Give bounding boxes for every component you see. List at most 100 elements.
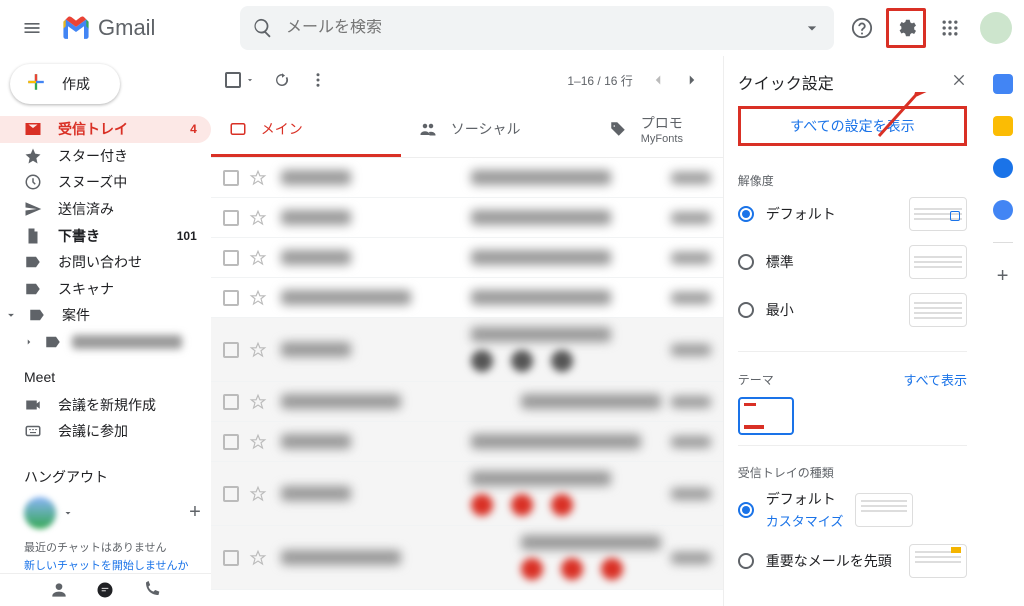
inbox-type-section-label: 受信トレイの種類: [738, 464, 967, 481]
hangout-user-row[interactable]: +: [0, 493, 211, 533]
label-filled-icon: [44, 333, 62, 351]
google-apps-button[interactable]: [930, 8, 970, 48]
row-checkbox[interactable]: [223, 550, 239, 566]
compose-button[interactable]: 作成: [10, 64, 120, 104]
mail-row[interactable]: [211, 278, 723, 318]
label-icon: [24, 253, 42, 271]
sidebar-item-inquiry[interactable]: お問い合わせ: [0, 249, 211, 276]
search-input[interactable]: [286, 19, 802, 37]
settings-button[interactable]: [886, 8, 926, 48]
sidebar-item-scanner[interactable]: スキャナ: [0, 276, 211, 303]
row-checkbox[interactable]: [223, 434, 239, 450]
tab-label: メイン: [261, 119, 303, 139]
sidebar-item-snoozed[interactable]: スヌーズ中: [0, 169, 211, 196]
star-icon[interactable]: [249, 249, 267, 267]
meet-join-meeting[interactable]: 会議に参加: [0, 418, 211, 445]
close-button[interactable]: [951, 72, 967, 93]
send-icon: [24, 200, 42, 218]
tab-promotions[interactable]: プロモ MyFonts: [591, 104, 691, 157]
mail-row[interactable]: [211, 462, 723, 526]
contacts-addon-icon[interactable]: [993, 200, 1013, 220]
tab-social[interactable]: ソーシャル: [401, 104, 591, 157]
meet-section-header: Meet: [0, 355, 211, 391]
star-icon[interactable]: [249, 433, 267, 451]
star-icon[interactable]: [249, 393, 267, 411]
keep-addon-icon[interactable]: [993, 116, 1013, 136]
person-icon[interactable]: [49, 580, 69, 600]
radio-button[interactable]: [738, 254, 754, 270]
prev-page-icon[interactable]: [649, 71, 667, 89]
mail-row[interactable]: [211, 422, 723, 462]
sidebar-item-label: 下書き: [58, 226, 100, 246]
mail-row[interactable]: [211, 158, 723, 198]
mail-row[interactable]: [211, 382, 723, 422]
account-avatar[interactable]: [980, 12, 1012, 44]
sidebar-item-inbox[interactable]: 受信トレイ 4: [0, 116, 211, 143]
mail-row[interactable]: [211, 238, 723, 278]
star-icon[interactable]: [249, 485, 267, 503]
density-preview-icon: [909, 197, 967, 231]
sidebar-item-sent[interactable]: 送信済み: [0, 196, 211, 223]
phone-icon[interactable]: [141, 580, 161, 600]
gear-icon: [895, 17, 917, 39]
tab-sublabel: MyFonts: [641, 133, 683, 145]
row-checkbox[interactable]: [223, 342, 239, 358]
toolbar: 1–16 / 16 行: [211, 56, 723, 104]
plus-icon: [22, 68, 50, 99]
star-icon[interactable]: [249, 341, 267, 359]
row-checkbox[interactable]: [223, 394, 239, 410]
radio-button[interactable]: [738, 502, 754, 518]
radio-button[interactable]: [738, 302, 754, 318]
tasks-addon-icon[interactable]: [993, 158, 1013, 178]
theme-view-all-link[interactable]: すべて表示: [903, 370, 967, 389]
row-checkbox[interactable]: [223, 250, 239, 266]
get-addons-button[interactable]: +: [997, 265, 1009, 288]
meet-new-meeting[interactable]: 会議を新規作成: [0, 391, 211, 418]
mail-row[interactable]: [211, 318, 723, 382]
sidebar-item-projects[interactable]: 案件: [0, 302, 211, 329]
theme-thumbnail[interactable]: [738, 397, 794, 435]
search-bar[interactable]: [240, 6, 834, 50]
hangout-add-button[interactable]: +: [189, 501, 201, 524]
chat-bubble-icon[interactable]: [95, 580, 115, 600]
inbox-type-important-first[interactable]: 重要なメールを先頭: [738, 544, 967, 578]
star-icon[interactable]: [249, 169, 267, 187]
sidebar-item-starred[interactable]: スター付き: [0, 143, 211, 170]
density-option-default[interactable]: デフォルト: [738, 197, 967, 231]
refresh-icon[interactable]: [273, 71, 291, 89]
search-options-icon[interactable]: [802, 18, 822, 38]
sidebar-item-drafts[interactable]: 下書き 101: [0, 222, 211, 249]
density-option-compact[interactable]: 最小: [738, 293, 967, 327]
mail-row[interactable]: [211, 526, 723, 590]
select-all-checkbox[interactable]: [225, 72, 255, 88]
mail-row[interactable]: [211, 198, 723, 238]
more-icon[interactable]: [309, 71, 327, 89]
redacted-text: [72, 335, 182, 349]
row-checkbox[interactable]: [223, 170, 239, 186]
density-option-comfortable[interactable]: 標準: [738, 245, 967, 279]
pagination-range: 1–16 / 16 行: [567, 72, 632, 89]
main-menu-button[interactable]: [12, 8, 52, 48]
calendar-addon-icon[interactable]: [993, 74, 1013, 94]
tab-primary[interactable]: メイン: [211, 104, 401, 157]
sidebar-item-label: スター付き: [58, 146, 128, 166]
row-checkbox[interactable]: [223, 486, 239, 502]
gmail-logo[interactable]: Gmail: [60, 15, 220, 41]
see-all-settings-button[interactable]: すべての設定を表示: [738, 106, 967, 146]
support-button[interactable]: [842, 8, 882, 48]
hangout-section: ハングアウト + 最近のチャットはありません 新しいチャットを開始しませんか: [0, 453, 211, 573]
customize-link[interactable]: カスタマイズ: [766, 511, 844, 530]
help-icon: [851, 17, 873, 39]
next-page-icon[interactable]: [683, 71, 701, 89]
star-icon[interactable]: [249, 209, 267, 227]
inbox-type-default[interactable]: デフォルト カスタマイズ: [738, 489, 967, 530]
row-checkbox[interactable]: [223, 210, 239, 226]
radio-button[interactable]: [738, 553, 754, 569]
radio-button[interactable]: [738, 206, 754, 222]
all-settings-label: すべての設定を表示: [790, 116, 914, 136]
row-checkbox[interactable]: [223, 290, 239, 306]
star-icon[interactable]: [249, 549, 267, 567]
sidebar-hidden-label[interactable]: [0, 329, 211, 356]
start-chat-link[interactable]: 新しいチャットを開始しませんか: [0, 555, 211, 573]
star-icon[interactable]: [249, 289, 267, 307]
